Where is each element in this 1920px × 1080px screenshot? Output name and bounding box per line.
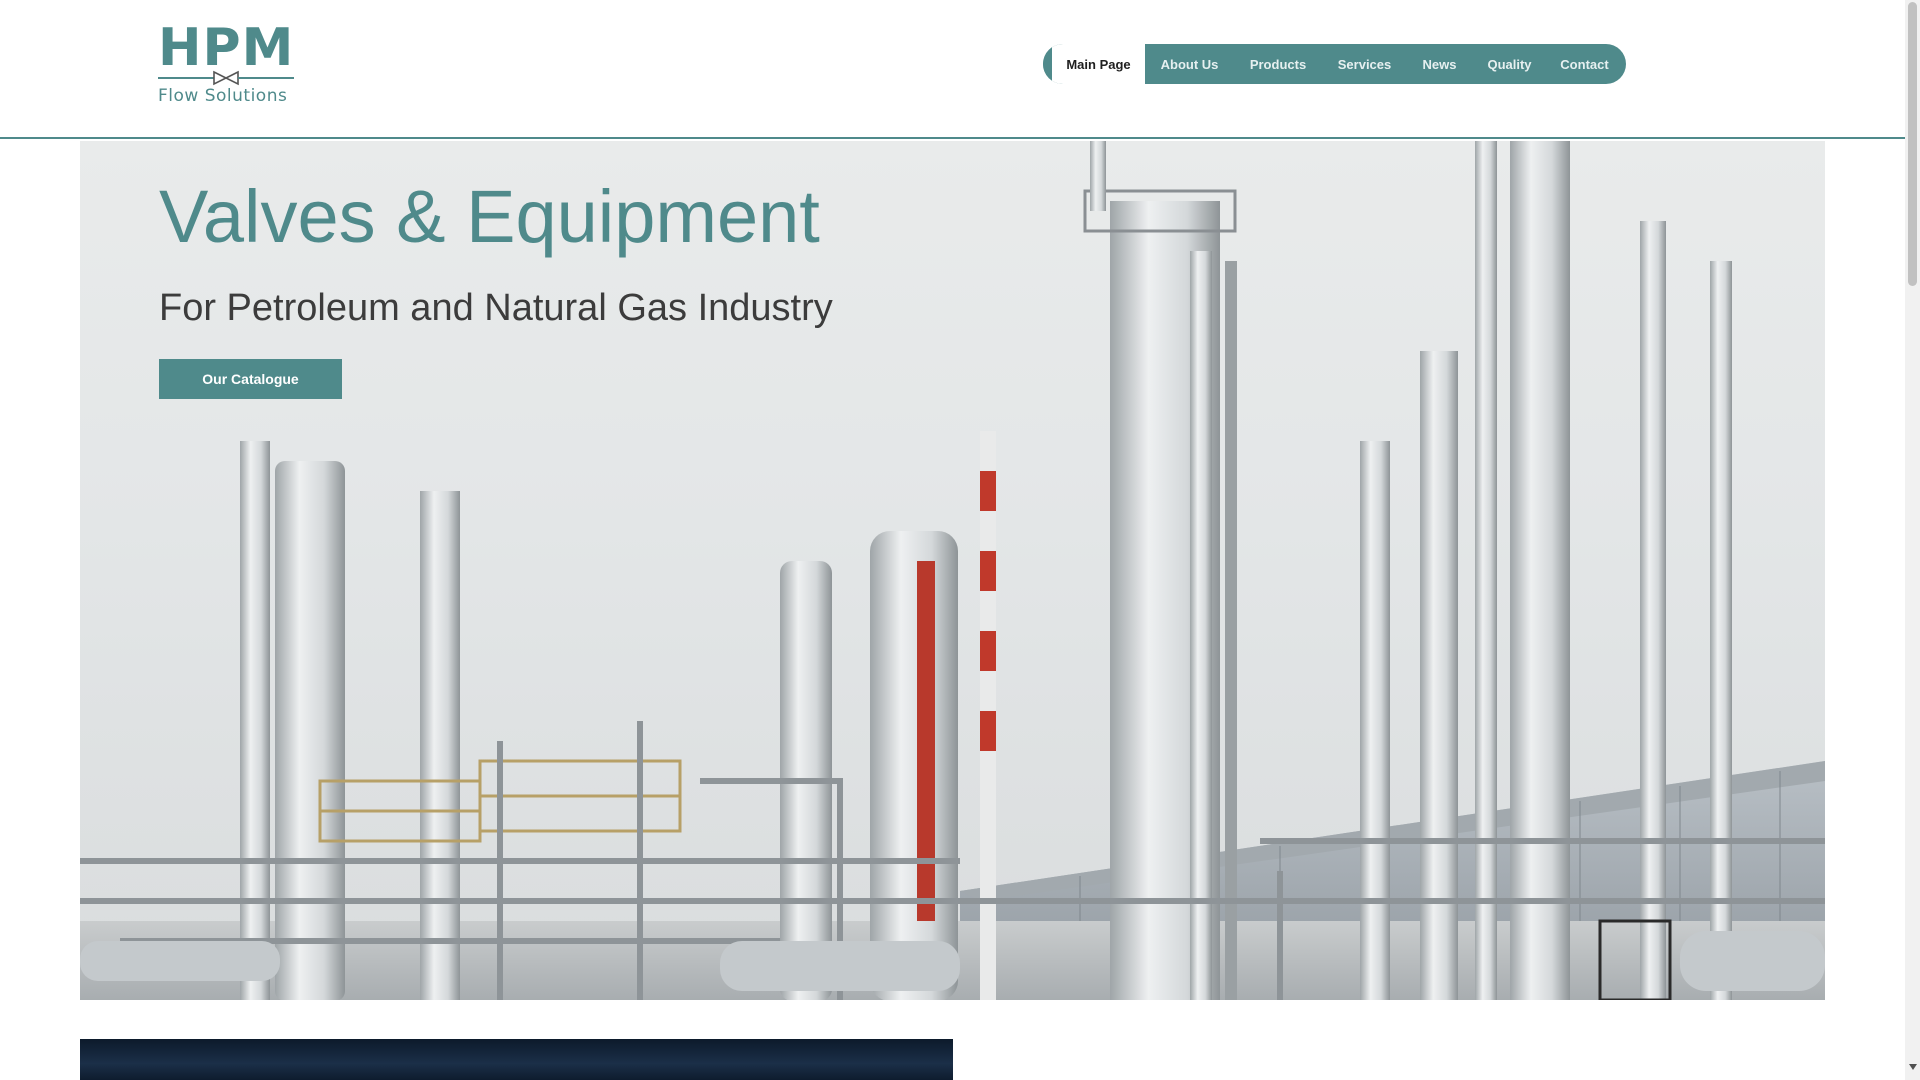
nav-item-contact[interactable]: Contact: [1547, 44, 1626, 84]
valve-icon: [158, 70, 294, 86]
feature-image: [80, 1039, 953, 1080]
nav-item-main-page[interactable]: Main Page: [1052, 44, 1145, 84]
catalogue-button[interactable]: Our Catalogue: [159, 359, 342, 399]
industrial-plant-image: [80, 141, 1825, 1000]
nav-edge: [1043, 44, 1052, 84]
hero-title: Valves & Equipment: [159, 175, 820, 258]
hero-section: Valves & Equipment For Petroleum and Nat…: [80, 141, 1825, 1000]
page-scrollbar[interactable]: [1905, 0, 1920, 1080]
scrollbar-thumb[interactable]: [1908, 2, 1917, 286]
nav-item-about-us[interactable]: About Us: [1145, 44, 1234, 84]
nav-item-services[interactable]: Services: [1322, 44, 1407, 84]
main-nav: Main Page About Us Products Services New…: [1043, 44, 1626, 84]
nav-item-news[interactable]: News: [1407, 44, 1472, 84]
site-header: HPM Flow Solutions Main Page About Us Pr…: [0, 0, 1905, 139]
nav-item-quality[interactable]: Quality: [1472, 44, 1547, 84]
nav-item-products[interactable]: Products: [1234, 44, 1322, 84]
logo-subtext: Flow Solutions: [158, 86, 288, 106]
logo[interactable]: HPM Flow Solutions: [158, 20, 294, 106]
logo-text: HPM: [158, 18, 295, 78]
hero-subtitle: For Petroleum and Natural Gas Industry: [159, 287, 833, 329]
scroll-down-icon[interactable]: [1909, 1064, 1917, 1070]
